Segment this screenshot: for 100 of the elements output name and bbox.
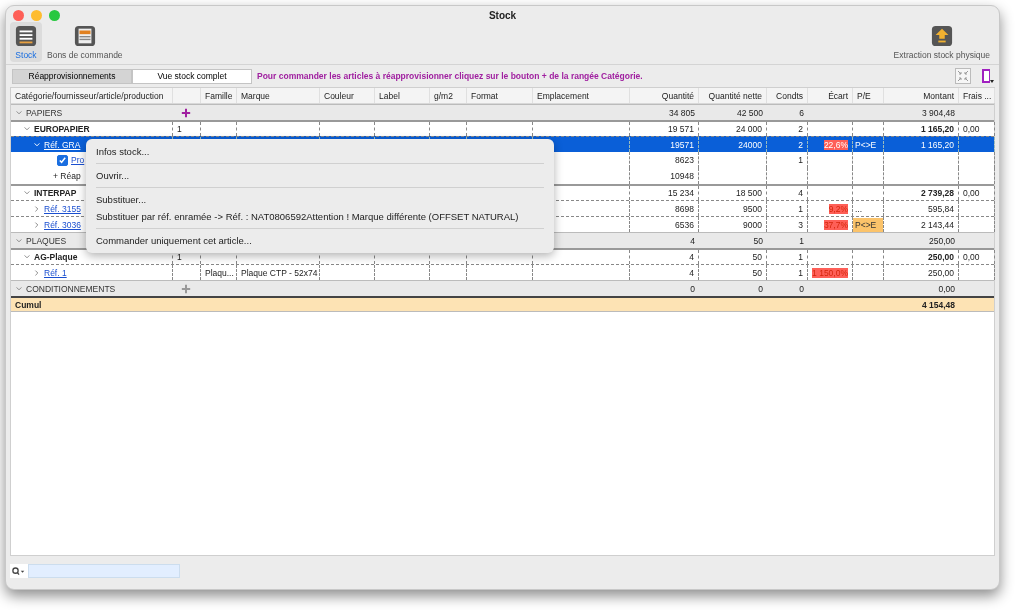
column-header[interactable]: g/m2 [434, 90, 453, 101]
toolbar-button[interactable]: Extraction stock physique [888, 22, 995, 62]
table-cell: 24000 [738, 139, 762, 150]
table-cell: 4 [689, 252, 694, 262]
menu-item[interactable]: Commander uniquement cet article... [86, 232, 554, 249]
column-header[interactable]: Montant [923, 90, 954, 101]
article-link[interactable]: Réf. 1 [44, 267, 67, 278]
chevron-down-icon[interactable] [23, 189, 31, 197]
menu-item[interactable]: Substituer par réf. enramée -> Réf. : NAT0806592Attention ! Marque différente (OFFSET NATURAL) [86, 208, 554, 225]
column-header[interactable]: Couleur [324, 90, 354, 101]
chevron-right-icon[interactable] [33, 268, 41, 277]
table-cell: 34 805 [669, 107, 695, 118]
table-cell: 3 [798, 219, 803, 230]
plus-icon[interactable] [181, 107, 191, 118]
column-header[interactable]: Quantité nette [708, 90, 762, 101]
table-cell: 2 739,28 [920, 188, 954, 198]
table-cell: Plaque CTP - 52x74 [241, 267, 318, 278]
table-cell: 4 154,48 [921, 299, 955, 310]
chevron-down-icon[interactable] [23, 253, 31, 261]
table-cell: 0,00 [963, 252, 980, 262]
table-cell: 1 165,20 [920, 124, 954, 134]
door-icon[interactable] [979, 68, 995, 84]
column-header[interactable]: Emplacement [537, 90, 589, 101]
close-button[interactable] [13, 9, 24, 21]
row-label: + Réap [53, 171, 81, 181]
toolbar-button[interactable]: Stock [10, 22, 42, 62]
column-header[interactable]: Format [471, 90, 498, 101]
table-cell: 4 [690, 235, 695, 246]
table-cell: 0,00 [963, 188, 980, 198]
table-cell: 8698 [675, 203, 694, 214]
column-header[interactable]: Quantité [661, 90, 694, 101]
menu-item[interactable]: Substituer... [86, 191, 554, 208]
row-label: PAPIERS [26, 107, 63, 118]
document-icon [73, 25, 96, 47]
table-cell: 4 [689, 267, 694, 278]
chevron-down-icon[interactable] [15, 236, 23, 245]
table-cell: 42 500 [737, 107, 763, 118]
checkbox[interactable] [57, 154, 68, 166]
column-header[interactable]: Famille [205, 90, 233, 101]
column-header[interactable]: Écart [828, 90, 848, 101]
column-header[interactable]: P/E [857, 90, 871, 101]
table-cell: 1 165,20 [920, 139, 954, 150]
search-field[interactable] [10, 564, 180, 578]
table-cell: 1 [798, 203, 803, 214]
chevron-right-icon[interactable] [33, 204, 41, 213]
table-cell: 1 [177, 124, 182, 134]
menu-item[interactable]: Infos stock... [86, 143, 554, 160]
row-label: INTERPAP [34, 188, 77, 198]
table-cell: P<>E [853, 217, 883, 232]
table-cell: 250,00 [928, 252, 954, 262]
article-link[interactable]: Réf. 3155 [44, 203, 81, 214]
table-cell: 18 500 [736, 188, 762, 198]
toolbar-button[interactable]: Bons de commande [42, 22, 128, 62]
table-cell: 0 [799, 283, 804, 294]
column-header[interactable]: Catégorie/fournisseur/article/production [15, 90, 164, 101]
column-header[interactable]: Marque [241, 90, 270, 101]
column-header[interactable]: Label [379, 90, 400, 101]
chevron-down-icon[interactable] [15, 284, 23, 293]
tab[interactable]: Réapprovisionnements [12, 68, 132, 84]
hint-text: Pour commander les articles à réapprovisionner cliquez sur le bouton + de la rangée Catégorie. [257, 71, 643, 81]
chevron-down-icon[interactable] [23, 125, 31, 133]
chevron-down-icon[interactable] [33, 140, 41, 149]
table-cell: 2 [798, 124, 803, 134]
collapse-icon[interactable] [955, 68, 971, 84]
table-cell: 50 [753, 235, 763, 246]
window-title: Stock [487, 9, 518, 21]
table-cell: 4 [798, 188, 803, 198]
table-cell-text: ... [854, 202, 864, 216]
table-cell: 595,84 [928, 203, 954, 214]
article-link[interactable]: Réf. 3036 [44, 219, 81, 230]
table-cell: 1 [798, 155, 803, 165]
menu-item[interactable]: Ouvrir... [86, 167, 554, 184]
upload-icon [930, 25, 953, 47]
table-cell: 19 571 [668, 124, 694, 134]
table-cell: 250,00 [928, 267, 954, 278]
table-cell: 1 150,0% [812, 267, 848, 278]
table-cell-text: P<>E [854, 138, 878, 152]
column-header[interactable]: Condts [776, 90, 803, 101]
search-icon [12, 566, 26, 576]
table-cell: 1 [799, 235, 804, 246]
table-cell: 250,00 [929, 235, 955, 246]
minimize-button[interactable] [31, 9, 42, 21]
article-link[interactable]: Réf. GRA [44, 139, 81, 150]
tab[interactable]: Vue stock complet [132, 68, 252, 84]
plus-icon[interactable] [181, 283, 191, 294]
chevron-down-icon[interactable] [15, 108, 23, 117]
production-link[interactable]: Pro [71, 155, 85, 165]
table-cell: 10948 [670, 171, 694, 181]
table-cell: 8623 [675, 155, 694, 165]
column-header[interactable]: Frais ... [963, 90, 992, 101]
zoom-button[interactable] [49, 9, 60, 21]
table-cell: 24 000 [736, 124, 762, 134]
chevron-right-icon[interactable] [33, 220, 41, 229]
table-cell: 9500 [743, 203, 762, 214]
table-cell: 1 [798, 252, 803, 262]
table-cell: 50 [752, 252, 762, 262]
table-cell: 9,2% [828, 203, 848, 214]
table-cell: 0 [758, 283, 763, 294]
table-cell: 2 143,44 [920, 219, 954, 230]
row-label: AG-Plaque [34, 252, 78, 262]
